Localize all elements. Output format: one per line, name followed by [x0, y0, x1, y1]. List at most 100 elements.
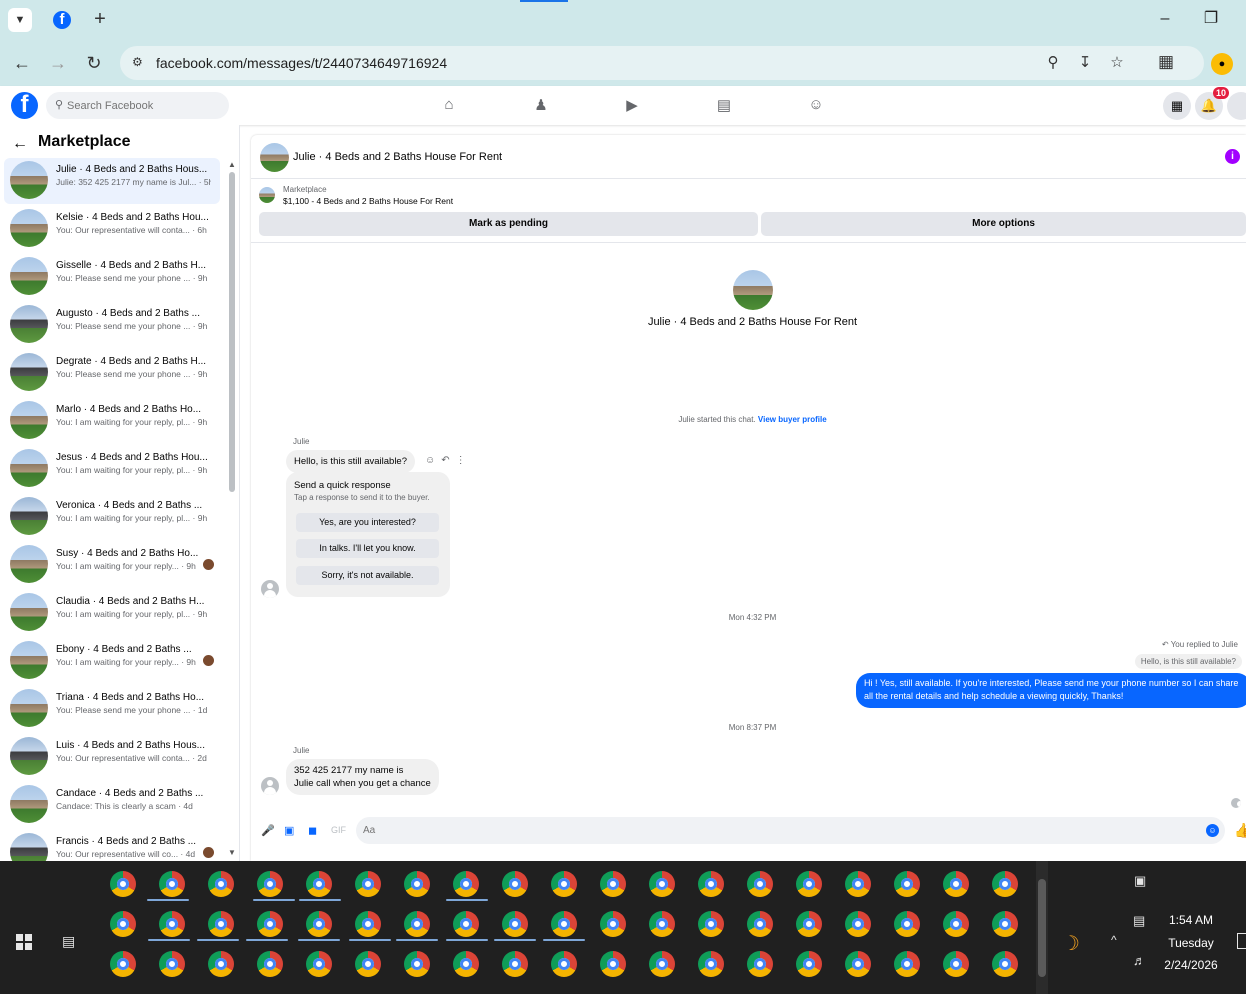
new-tab-button[interactable]: +	[88, 8, 112, 32]
listing-title[interactable]: $1,100 - 4 Beds and 2 Baths House For Re…	[283, 196, 453, 206]
facebook-search[interactable]: ⚲	[46, 92, 229, 119]
volume-icon[interactable]: ♬	[1133, 953, 1146, 968]
groups-icon[interactable]: ☺	[806, 96, 826, 116]
chrome-icon[interactable]	[551, 911, 577, 937]
incoming-message[interactable]: 352 425 2177 my name is Julie call when …	[286, 759, 439, 795]
emoji-icon[interactable]: ☺	[1206, 824, 1219, 837]
chrome-icon[interactable]	[845, 911, 871, 937]
conversation-item[interactable]: Triana · 4 Beds and 2 Baths Ho... You: Pl…	[4, 686, 220, 732]
mark-as-pending-button[interactable]: Mark as pending	[259, 212, 758, 236]
chrome-icon[interactable]	[796, 871, 822, 897]
conversation-item[interactable]: Veronica · 4 Beds and 2 Baths ... You: I …	[4, 494, 220, 540]
site-info-icon[interactable]: ⚙	[132, 55, 148, 71]
chrome-icon[interactable]	[110, 911, 136, 937]
back-arrow-icon[interactable]: ←	[12, 135, 28, 153]
sender-avatar[interactable]	[261, 777, 279, 795]
chrome-icon[interactable]	[257, 951, 283, 977]
buyer-avatar[interactable]	[733, 270, 773, 310]
chrome-icon[interactable]	[698, 871, 724, 897]
chrome-icon[interactable]	[453, 911, 479, 937]
chrome-icon[interactable]	[110, 871, 136, 897]
react-icon[interactable]: ☺	[425, 455, 441, 466]
chrome-icon[interactable]	[943, 951, 969, 977]
conversation-item[interactable]: Susy · 4 Beds and 2 Baths Ho... You: I am…	[4, 542, 220, 588]
reply-icon[interactable]: ↶	[441, 455, 455, 466]
sidebar-scrollbar[interactable]: ▲ ▼	[228, 160, 236, 860]
chrome-icon[interactable]	[355, 951, 381, 977]
chrome-icon[interactable]	[355, 871, 381, 897]
tab-search-button[interactable]: ▼	[8, 8, 32, 32]
chrome-icon[interactable]	[600, 871, 626, 897]
chrome-icon[interactable]	[747, 871, 773, 897]
chrome-icon[interactable]	[649, 951, 675, 977]
sticker-icon[interactable]: ◼	[308, 824, 317, 837]
scroll-up-icon[interactable]: ▲	[228, 160, 236, 169]
clock-time[interactable]: 1:54 AM	[1160, 913, 1222, 927]
facebook-logo-icon[interactable]: f	[11, 92, 38, 119]
marketplace-icon[interactable]: ▤	[714, 96, 734, 116]
photo-icon[interactable]: ▣	[284, 824, 294, 837]
zoom-icon[interactable]: ⚲	[1044, 54, 1062, 72]
conversation-item[interactable]: Candace · 4 Beds and 2 Baths ... Candace:…	[4, 782, 220, 828]
taskbar-scroll-thumb[interactable]	[1038, 879, 1046, 977]
chrome-icon[interactable]	[159, 871, 185, 897]
conversation-item[interactable]: Julie · 4 Beds and 2 Baths Hous... Julie:…	[4, 158, 220, 204]
microphone-icon[interactable]: 🎤	[261, 824, 275, 837]
chrome-icon[interactable]	[159, 951, 185, 977]
chrome-icon[interactable]	[502, 871, 528, 897]
incoming-message[interactable]: Hello, is this still available?	[286, 450, 415, 473]
chrome-icon[interactable]	[404, 871, 430, 897]
conversation-item[interactable]: Francis · 4 Beds and 2 Baths ... You: Our…	[4, 830, 220, 861]
conversation-item[interactable]: Kelsie · 4 Beds and 2 Baths Hou... You: O…	[4, 206, 220, 252]
chrome-icon[interactable]	[845, 871, 871, 897]
chrome-icon[interactable]	[453, 951, 479, 977]
minimize-button[interactable]: –	[1150, 8, 1180, 32]
conversation-item[interactable]: Claudia · 4 Beds and 2 Baths H... You: I …	[4, 590, 220, 636]
chrome-icon[interactable]	[257, 871, 283, 897]
chrome-icon[interactable]	[943, 871, 969, 897]
chrome-icon[interactable]	[404, 951, 430, 977]
chrome-icon[interactable]	[208, 951, 234, 977]
conversation-item[interactable]: Gisselle · 4 Beds and 2 Baths H... You: P…	[4, 254, 220, 300]
chrome-icon[interactable]	[992, 911, 1018, 937]
chrome-icon[interactable]	[649, 911, 675, 937]
friends-icon[interactable]: ♟	[531, 96, 551, 116]
tab-facebook[interactable]: f	[44, 6, 80, 34]
video-icon[interactable]: ▶	[622, 96, 642, 116]
profile-avatar[interactable]: ●	[1211, 53, 1233, 75]
chevron-up-icon[interactable]: ^	[1111, 933, 1117, 947]
clock-day[interactable]: Tuesday	[1160, 936, 1222, 950]
back-button[interactable]: ←	[10, 52, 34, 76]
address-bar[interactable]: ⚙ facebook.com/messages/t/24407346497169…	[120, 46, 1204, 80]
reload-button[interactable]: ↻	[82, 52, 106, 76]
chrome-icon[interactable]	[649, 871, 675, 897]
install-app-icon[interactable]: ↧	[1076, 54, 1094, 72]
windows-start-icon[interactable]	[16, 934, 32, 950]
conversation-item[interactable]: Jesus · 4 Beds and 2 Baths Hou... You: I …	[4, 446, 220, 492]
chrome-icon[interactable]	[306, 951, 332, 977]
scroll-thumb[interactable]	[229, 172, 235, 492]
clock-date[interactable]: 2/24/2026	[1160, 958, 1222, 972]
chrome-icon[interactable]	[404, 911, 430, 937]
thumbs-up-icon[interactable]: 👍	[1234, 822, 1246, 839]
chrome-icon[interactable]	[943, 911, 969, 937]
chrome-icon[interactable]	[306, 871, 332, 897]
chrome-icon[interactable]	[551, 951, 577, 977]
chrome-icon[interactable]	[747, 951, 773, 977]
chrome-icon[interactable]	[257, 911, 283, 937]
replied-quote[interactable]: Hello, is this still available?	[1134, 654, 1242, 669]
bookmark-star-icon[interactable]: ☆	[1108, 54, 1126, 72]
task-view-icon[interactable]: ▤	[62, 933, 75, 950]
quick-reply-not-available-button[interactable]: Sorry, it's not available.	[296, 566, 439, 585]
search-input[interactable]	[67, 92, 222, 119]
scroll-down-icon[interactable]: ▼	[228, 848, 236, 857]
restore-button[interactable]: ❐	[1196, 8, 1226, 32]
chrome-icon[interactable]	[110, 951, 136, 977]
more-icon[interactable]: ⋮	[456, 455, 472, 466]
listing-thumbnail[interactable]	[259, 187, 275, 203]
forward-button[interactable]: →	[46, 52, 70, 76]
chrome-icon[interactable]	[306, 911, 332, 937]
chrome-icon[interactable]	[992, 871, 1018, 897]
url-text[interactable]: facebook.com/messages/t/2440734649716924	[156, 55, 447, 71]
sender-avatar[interactable]	[261, 580, 279, 598]
